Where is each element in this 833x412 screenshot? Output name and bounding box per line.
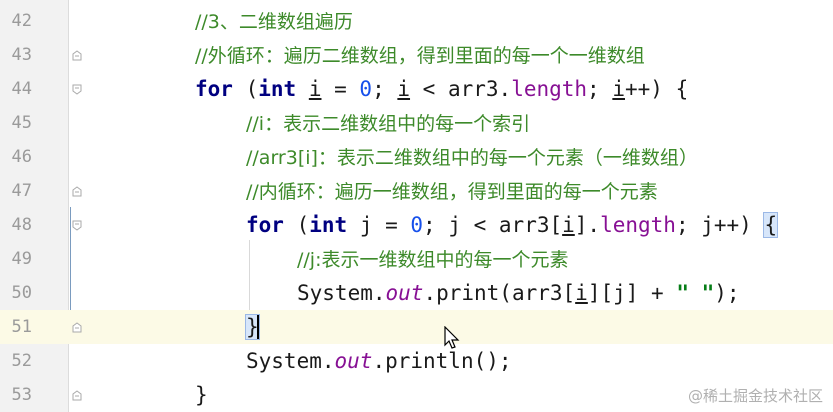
code-line-50: 50 System.out.print(arr3[i][j] + " "); [0, 276, 833, 310]
fold-start-icon[interactable] [72, 50, 82, 61]
comment: //j:表示一维数组中的每一个元素 [297, 242, 568, 277]
token: ( [283, 213, 310, 237]
line-number: 52 [11, 351, 32, 371]
keyword: int [309, 213, 348, 237]
fold-start-icon[interactable] [72, 186, 82, 197]
comment: //arr3[i]：表示二维数组中的每一个元素（一维数组） [246, 140, 698, 175]
token: System. [297, 281, 386, 305]
line-number: 42 [11, 11, 32, 31]
token: j = [347, 213, 411, 237]
code-line-48: 48 for (int j = 0; j < arr3[i].length; j… [0, 208, 833, 242]
string-literal: " " [676, 281, 715, 305]
comment-text: //内循环：遍历一维数组，得到里面的每一个元素 [246, 181, 658, 203]
fold-end-icon[interactable] [72, 390, 82, 401]
variable: i [562, 213, 575, 237]
token: ); [714, 281, 740, 305]
comment-text: //外循环：遍历二维数组，得到里面的每一个一维数组 [195, 45, 645, 67]
token: .print(arr3[ [423, 281, 576, 305]
token: = [321, 77, 360, 101]
code-line-43: 43 //外循环：遍历二维数组，得到里面的每一个一维数组 [0, 38, 833, 72]
comment: //外循环：遍历二维数组，得到里面的每一个一维数组 [195, 38, 645, 73]
keyword: for [195, 77, 233, 101]
code-text: System.out.println(); [246, 344, 512, 378]
token: ( [232, 77, 259, 101]
code-line-45: 45 //i：表示二维数组中的每一个索引 [0, 106, 833, 140]
token: ; [587, 77, 613, 101]
code-text: for (int j = 0; j < arr3[i].length; j++)… [246, 208, 779, 242]
token: } [195, 383, 208, 407]
token: System. [246, 349, 335, 373]
token: ; j < arr3[ [423, 213, 563, 237]
fold-start-icon[interactable] [72, 84, 82, 95]
code-line-51: 51 } [0, 310, 833, 344]
comment-text: //i：表示二维数组中的每一个索引 [246, 113, 531, 135]
token: ; j++) [675, 213, 765, 237]
comment: //i：表示二维数组中的每一个索引 [246, 106, 530, 141]
comment-text: //j:表示一维数组中的每一个元素 [297, 249, 569, 271]
code-line-46: 46 //arr3[i]：表示二维数组中的每一个元素（一维数组） [0, 140, 833, 174]
line-number: 49 [11, 249, 32, 269]
line-number: 44 [11, 79, 32, 99]
number-literal: 0 [359, 77, 373, 101]
comment-text: //arr3[i]：表示二维数组中的每一个元素（一维数组） [246, 147, 698, 169]
code-text: System.out.print(arr3[i][j] + " "); [297, 276, 740, 310]
line-number: 47 [11, 181, 32, 201]
code-line-52: 52 System.out.println(); [0, 344, 833, 378]
token: ]. [574, 213, 601, 237]
token: ][j] + [587, 281, 677, 305]
variable: i [575, 281, 588, 305]
static-field: out [334, 349, 373, 373]
line-number: 45 [11, 113, 32, 133]
field: length [600, 213, 676, 237]
line-number: 43 [11, 45, 32, 65]
token: < arr3. [410, 77, 512, 101]
static-field: out [385, 281, 424, 305]
code-text: } [195, 378, 208, 412]
token: ++) { [625, 77, 689, 101]
code-line-44: 44 for (int i = 0; i < arr3.length; i++)… [0, 72, 833, 106]
line-number: 53 [11, 385, 32, 405]
variable: i [308, 77, 322, 101]
line-number: 46 [11, 147, 32, 167]
line-number: 51 [11, 317, 32, 337]
fold-start-icon[interactable] [72, 220, 82, 231]
code-line-49: 49 //j:表示一维数组中的每一个元素 [0, 242, 833, 276]
comment-text: //3、二维数组遍历 [195, 11, 353, 33]
comment: //3、二维数组遍历 [195, 4, 353, 39]
field: length [511, 77, 588, 101]
variable: i [397, 77, 411, 101]
line-number: 48 [11, 215, 32, 235]
fold-end-icon[interactable] [72, 322, 82, 333]
token: ; [372, 77, 398, 101]
token: .println(); [372, 349, 512, 373]
keyword: int [258, 77, 297, 101]
variable: i [612, 77, 625, 101]
number-literal: 0 [410, 213, 424, 237]
mouse-pointer-icon [444, 326, 460, 349]
watermark: @稀土掘金技术社区 [687, 387, 823, 405]
code-line-47: 47 //内循环：遍历一维数组，得到里面的每一个元素 [0, 174, 833, 208]
matched-brace: { [763, 212, 779, 238]
comment: //内循环：遍历一维数组，得到里面的每一个元素 [246, 174, 658, 209]
line-number: 50 [11, 283, 32, 303]
code-line-42: 42 //3、二维数组遍历 [0, 4, 833, 38]
keyword: for [246, 213, 284, 237]
code-text: for (int i = 0; i < arr3.length; i++) { [195, 72, 688, 106]
text-caret [257, 315, 259, 339]
